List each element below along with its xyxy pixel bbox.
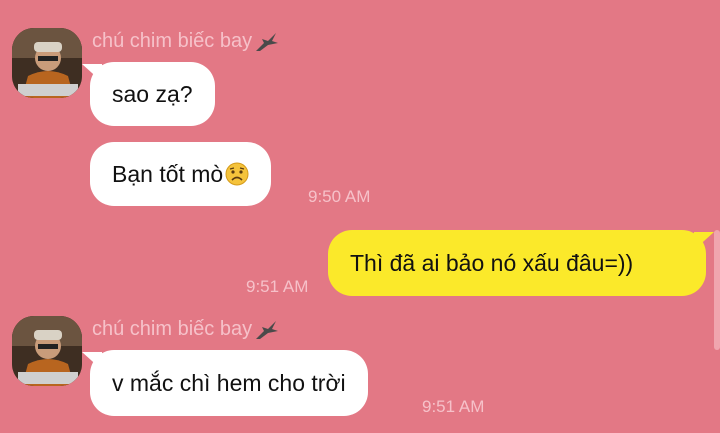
message-bubble[interactable]: v mắc chì hem cho trời xyxy=(90,350,368,416)
sender-name-text: chú chim biếc bay xyxy=(92,30,253,52)
avatar[interactable] xyxy=(12,316,82,386)
sender-name: chú chim biếc bay xyxy=(92,30,280,53)
avatar[interactable] xyxy=(12,28,82,98)
message-time: 9:51 AM xyxy=(246,277,309,296)
chat-thread: chú chim biếc bay sao zạ? Bạn tốt mò 9:5… xyxy=(0,0,720,433)
scrollbar[interactable] xyxy=(714,230,720,350)
message-bubble[interactable]: sao zạ? xyxy=(90,62,215,126)
message-text: v mắc chì hem cho trời xyxy=(112,369,346,396)
sender-name-text: chú chim biếc bay xyxy=(92,318,253,340)
sender-name: chú chim biếc bay xyxy=(92,318,280,341)
message-time: 9:51 AM xyxy=(422,397,485,416)
message-text: sao zạ? xyxy=(112,80,193,107)
message-time: 9:50 AM xyxy=(308,187,371,206)
message-bubble[interactable]: Bạn tốt mò xyxy=(90,142,272,206)
bird-icon xyxy=(256,32,279,51)
message-text: Bạn tốt mò xyxy=(112,160,224,187)
sad-face-emoji xyxy=(225,162,249,186)
outgoing-message-bubble[interactable]: Thì đã ai bảo nó xấu đâu=)) xyxy=(328,230,706,296)
bird-icon xyxy=(256,320,279,339)
message-text: Thì đã ai bảo nó xấu đâu=)) xyxy=(350,249,634,276)
